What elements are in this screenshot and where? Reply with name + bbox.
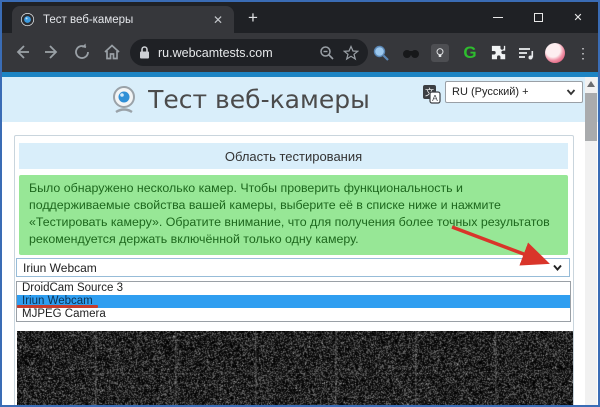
url-text[interactable]: ru.webcamtests.com: [158, 46, 311, 60]
camera-select-value: Iriun Webcam: [23, 261, 97, 275]
language-select[interactable]: RU (Русский) +: [445, 81, 583, 103]
binoculars-extension-icon[interactable]: [402, 44, 420, 62]
svg-text:A: A: [432, 93, 438, 103]
webcam-static-canvas: [17, 331, 573, 407]
tab-close-icon[interactable]: ✕: [210, 13, 226, 27]
webcam-logo-icon: [110, 85, 138, 115]
bookmark-star-icon[interactable]: [343, 45, 359, 61]
reload-icon[interactable]: [72, 42, 92, 62]
close-button[interactable]: ✕: [558, 2, 598, 33]
camera-option-droidcam[interactable]: DroidCam Source 3: [17, 282, 570, 295]
annotation-underline: [17, 305, 98, 308]
minimize-icon: [493, 17, 503, 18]
playlist-extension-icon[interactable]: [517, 44, 535, 62]
page-content: Тест веб-камеры 文 A RU (Русский) + Облас…: [2, 72, 598, 407]
camera-option-iriun[interactable]: Iriun Webcam: [17, 295, 570, 308]
window-controls: ✕: [478, 2, 598, 33]
page-title: Тест веб-камеры: [148, 85, 370, 114]
chevron-down-icon[interactable]: [552, 262, 563, 273]
zoom-out-icon[interactable]: [319, 45, 335, 61]
translate-icon: 文 A: [422, 84, 441, 104]
new-tab-button[interactable]: +: [242, 7, 264, 29]
search-extension-icon[interactable]: [372, 44, 390, 62]
home-icon[interactable]: [102, 42, 122, 62]
minimize-button[interactable]: [478, 2, 518, 33]
camera-select-dropdown: DroidCam Source 3 Iriun Webcam MJPEG Cam…: [16, 281, 571, 322]
language-select-value: RU (Русский) +: [452, 86, 529, 98]
extensions-puzzle-icon[interactable]: [490, 44, 508, 62]
lock-icon: [139, 46, 150, 59]
tab-title: Тест веб-камеры: [43, 14, 210, 26]
camera-select[interactable]: Iriun Webcam: [16, 258, 570, 277]
scrollbar-thumb[interactable]: [585, 93, 597, 141]
g-extension-icon[interactable]: G: [461, 44, 479, 62]
page-scrollbar[interactable]: [585, 77, 597, 407]
testing-area-title: Область тестирования: [19, 143, 568, 169]
title-bar: Тест веб-камеры ✕ + ✕: [2, 2, 598, 33]
address-bar[interactable]: ru.webcamtests.com: [130, 39, 368, 66]
forward-icon[interactable]: [42, 42, 62, 62]
testing-area-panel: Область тестирования Было обнаружено нес…: [14, 135, 574, 407]
lightbulb-extension-icon[interactable]: [431, 44, 449, 62]
chevron-down-icon: [566, 87, 576, 97]
camera-option-mjpeg[interactable]: MJPEG Camera: [17, 308, 570, 321]
browser-tab[interactable]: Тест веб-камеры ✕: [12, 6, 234, 33]
maximize-icon: [534, 13, 543, 22]
browser-window: Тест веб-камеры ✕ + ✕ ru.webcamtests.com: [0, 0, 600, 407]
webcam-preview: [17, 331, 573, 407]
multiple-cameras-notice: Было обнаружено несколько камер. Чтобы п…: [19, 175, 568, 255]
browser-menu-icon[interactable]: ⋮: [574, 44, 592, 62]
webcam-favicon-icon: [20, 12, 35, 27]
maximize-button[interactable]: [518, 2, 558, 33]
back-icon[interactable]: [12, 42, 32, 62]
scrollbar-up-icon[interactable]: [587, 81, 595, 87]
profile-avatar[interactable]: [545, 43, 565, 63]
